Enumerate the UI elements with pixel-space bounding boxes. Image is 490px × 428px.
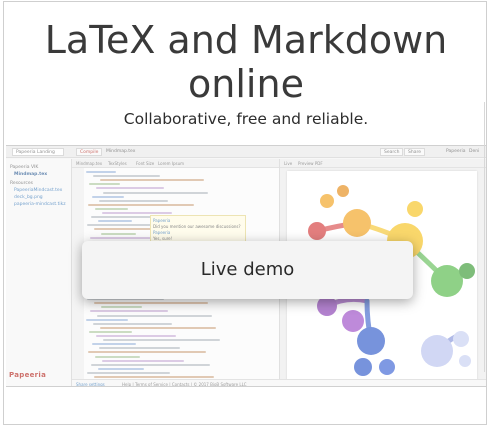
live-demo-button[interactable]: Live demo: [82, 241, 413, 299]
hero-title-line2: online: [188, 62, 304, 106]
side-divider: [484, 102, 485, 372]
landing-panel: LaTeX and Markdown online Collaborative,…: [3, 1, 487, 425]
hero-tagline: Collaborative, free and reliable.: [123, 110, 369, 128]
hero-title-line1: LaTeX and Markdown: [44, 18, 448, 62]
